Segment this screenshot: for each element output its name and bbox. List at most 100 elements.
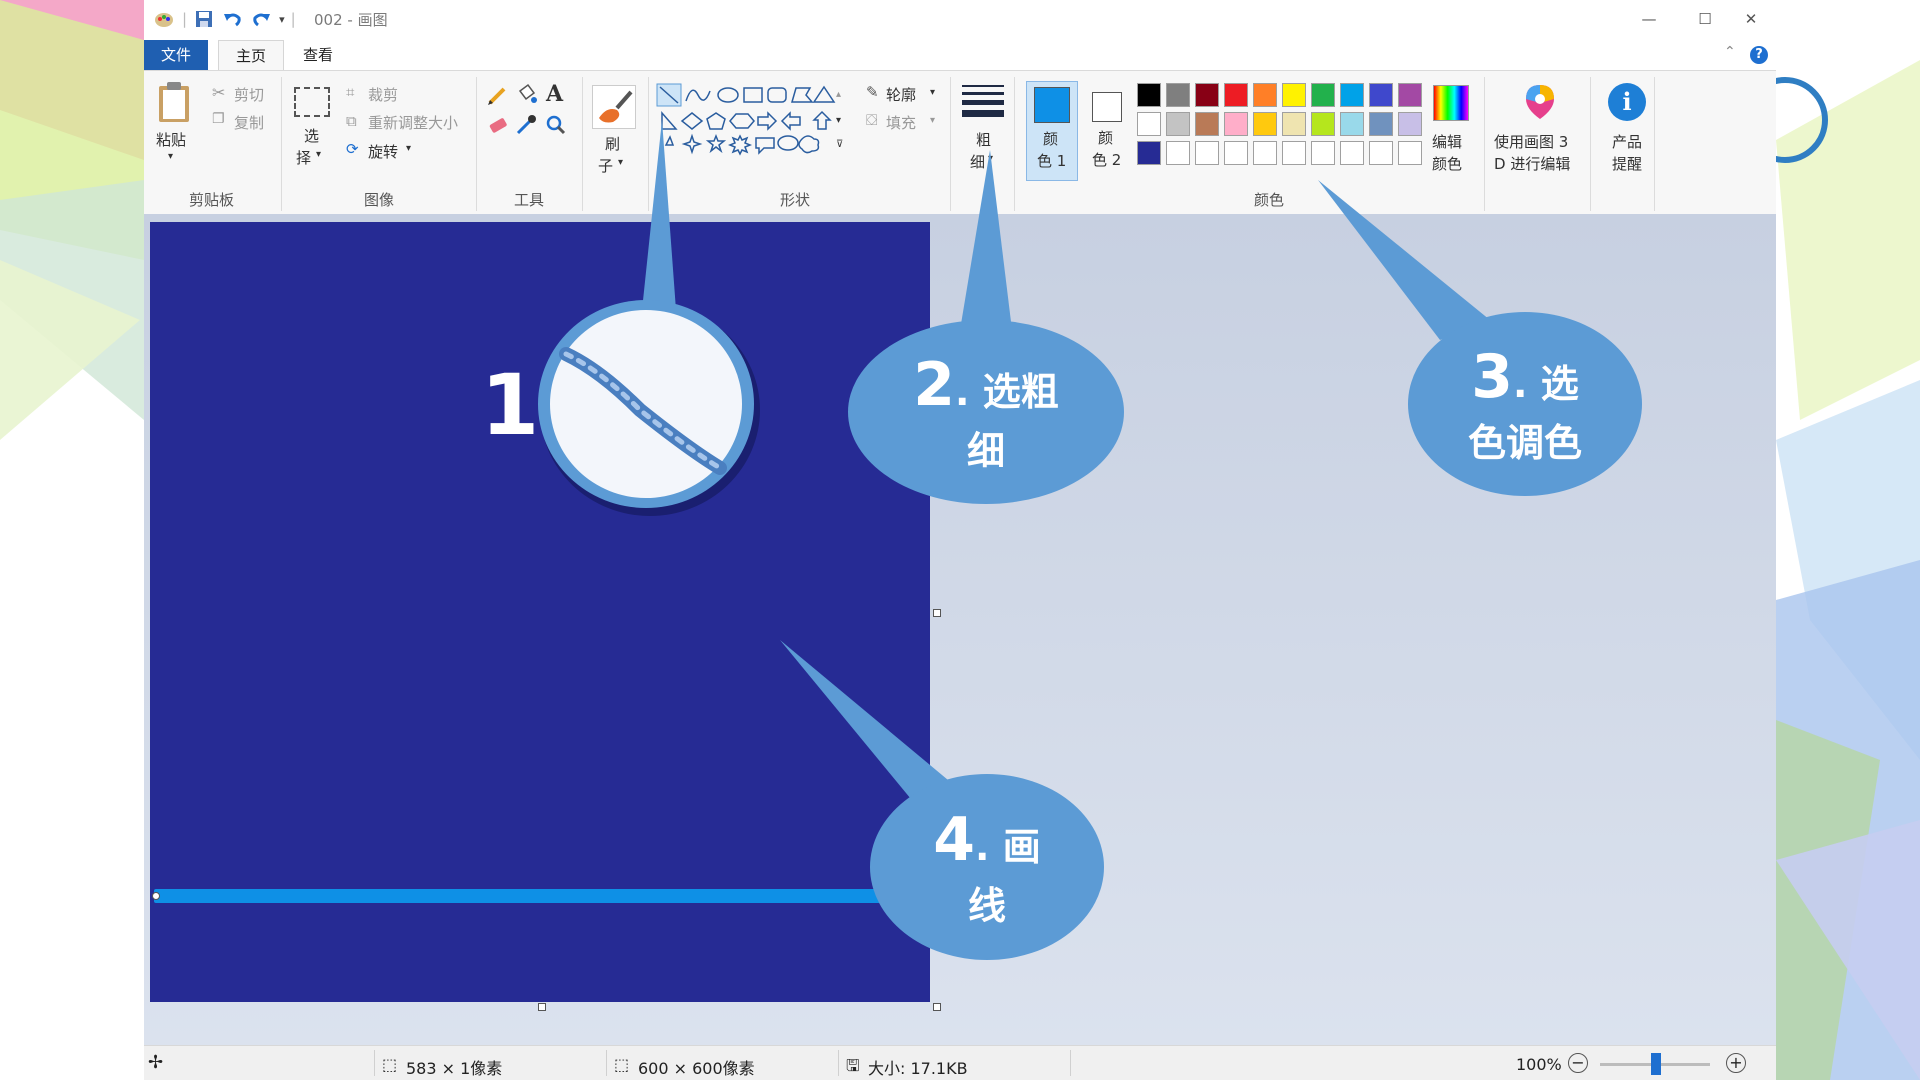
- tab-view[interactable]: 查看: [286, 40, 350, 70]
- palette-swatch[interactable]: [1340, 112, 1364, 136]
- divider: [950, 77, 951, 211]
- color1-button[interactable]: 颜 色 1: [1026, 81, 1078, 181]
- palette-swatch[interactable]: [1166, 83, 1190, 107]
- canvas-resize-corner[interactable]: [933, 1003, 941, 1011]
- palette-swatch[interactable]: [1340, 83, 1364, 107]
- text-tool-icon[interactable]: A: [546, 81, 563, 107]
- minimize-button[interactable]: —: [1626, 4, 1672, 34]
- palette-swatch[interactable]: [1224, 112, 1248, 136]
- help-icon[interactable]: ?: [1750, 46, 1768, 64]
- color-palette: [1137, 83, 1427, 169]
- palette-swatch[interactable]: [1137, 83, 1161, 107]
- product-alert-button[interactable]: i 产品 提醒: [1596, 83, 1656, 183]
- close-button[interactable]: ✕: [1728, 4, 1774, 34]
- palette-swatch[interactable]: [1195, 83, 1219, 107]
- paint3d-label-top: 使用画图 3: [1494, 133, 1569, 151]
- palette-swatch[interactable]: [1369, 83, 1393, 107]
- edit-colors-button[interactable]: 编辑 颜色: [1426, 83, 1474, 183]
- palette-swatch[interactable]: [1137, 112, 1161, 136]
- tools-group-label: 工具: [513, 191, 544, 209]
- pencil-icon[interactable]: [486, 83, 510, 107]
- drawing-canvas[interactable]: [150, 222, 930, 1002]
- color-picker-icon[interactable]: [514, 113, 538, 137]
- paint3d-button[interactable]: 使用画图 3 D 进行编辑: [1492, 83, 1588, 183]
- line-width-icon: [962, 85, 1004, 117]
- status-divider: [374, 1050, 375, 1076]
- palette-swatch[interactable]: [1253, 112, 1277, 136]
- tab-home[interactable]: 主页: [218, 40, 285, 71]
- color2-label-top: 颜: [1098, 129, 1114, 147]
- palette-swatch[interactable]: [1282, 141, 1306, 165]
- fill-icon: ⛋: [866, 111, 878, 129]
- palette-swatch[interactable]: [1369, 112, 1393, 136]
- palette-swatch[interactable]: [1224, 141, 1248, 165]
- brush-label-top: 刷: [605, 135, 621, 153]
- zoom-in-button[interactable]: +: [1726, 1053, 1746, 1073]
- alert-label-top: 产品: [1612, 133, 1643, 151]
- palette-swatch[interactable]: [1253, 141, 1277, 165]
- paste-button[interactable]: 粘贴 ▾: [154, 81, 194, 171]
- outline-button[interactable]: 轮廓: [886, 84, 916, 105]
- zoom-out-button[interactable]: −: [1568, 1053, 1588, 1073]
- divider: [1014, 77, 1015, 211]
- scissors-icon: ✂: [212, 83, 226, 102]
- undo-icon[interactable]: [223, 10, 243, 28]
- palette-swatch[interactable]: [1137, 141, 1161, 165]
- status-divider: [1070, 1050, 1071, 1076]
- divider: [582, 77, 583, 211]
- zoom-level: 100%: [1516, 1055, 1562, 1074]
- canvas-resize-bottom[interactable]: [538, 1003, 546, 1011]
- palette-swatch[interactable]: [1311, 112, 1335, 136]
- palette-swatch[interactable]: [1369, 141, 1393, 165]
- select-button[interactable]: 选 择 ▾: [290, 85, 336, 181]
- save-icon[interactable]: [195, 10, 213, 28]
- line-start-handle[interactable]: [152, 892, 160, 900]
- canvas-resize-right[interactable]: [933, 609, 941, 617]
- select-label-top: 选: [304, 127, 320, 145]
- palette-swatch[interactable]: [1282, 83, 1306, 107]
- selection-size: 583 × 1像素: [406, 1059, 503, 1078]
- paint3d-label-bottom: D 进行编辑: [1494, 155, 1571, 173]
- tab-file[interactable]: 文件: [144, 40, 209, 70]
- select-label-bottom: 择: [296, 149, 312, 167]
- fill-bucket-icon[interactable]: [514, 83, 538, 107]
- move-cursor-icon: ✢: [148, 1052, 164, 1073]
- crop-button[interactable]: 裁剪: [368, 84, 398, 105]
- palette-swatch[interactable]: [1195, 112, 1219, 136]
- file-size: 大小: 17.1KB: [868, 1059, 968, 1078]
- resize-button[interactable]: 重新调整大小: [368, 112, 458, 133]
- shapes-gallery[interactable]: ▴ ▾ ⊽: [656, 83, 866, 163]
- copy-button[interactable]: 复制: [234, 112, 264, 133]
- color2-button[interactable]: 颜 色 2: [1082, 81, 1134, 181]
- palette-swatch[interactable]: [1224, 83, 1248, 107]
- maximize-button[interactable]: ☐: [1682, 4, 1728, 34]
- fill-button[interactable]: 填充: [886, 112, 916, 133]
- palette-swatch[interactable]: [1340, 141, 1364, 165]
- palette-swatch[interactable]: [1398, 112, 1422, 136]
- size-dropdown-icon: ▾: [988, 153, 994, 164]
- palette-swatch[interactable]: [1166, 112, 1190, 136]
- collapse-ribbon-icon[interactable]: ⌃: [1724, 44, 1736, 60]
- palette-swatch[interactable]: [1253, 83, 1277, 107]
- zoom-slider-thumb[interactable]: [1651, 1053, 1661, 1075]
- eraser-icon[interactable]: [486, 113, 510, 137]
- palette-swatch[interactable]: [1195, 141, 1219, 165]
- magnifier-icon[interactable]: [544, 113, 568, 137]
- palette-swatch[interactable]: [1311, 141, 1335, 165]
- palette-swatch[interactable]: [1311, 83, 1335, 107]
- palette-swatch[interactable]: [1398, 83, 1422, 107]
- status-bar: ✢ ⬚ 583 × 1像素 ⬚ 600 × 600像素 🖫 大小: 17.1KB…: [144, 1045, 1776, 1080]
- select-rectangle-icon: [294, 87, 330, 117]
- color1-swatch: [1034, 87, 1070, 123]
- palette-swatch[interactable]: [1166, 141, 1190, 165]
- redo-icon[interactable]: [251, 10, 271, 28]
- palette-swatch[interactable]: [1282, 112, 1306, 136]
- size-button[interactable]: 粗 细 ▾: [956, 83, 1006, 193]
- customize-qat-icon[interactable]: ▾: [279, 13, 285, 26]
- status-divider: [606, 1050, 607, 1076]
- rotate-button[interactable]: 旋转: [368, 141, 398, 162]
- palette-swatch[interactable]: [1398, 141, 1422, 165]
- brushes-button[interactable]: 刷 子 ▾: [588, 85, 638, 185]
- cut-button[interactable]: 剪切: [234, 84, 264, 105]
- rotate-icon: ⟳: [346, 140, 359, 158]
